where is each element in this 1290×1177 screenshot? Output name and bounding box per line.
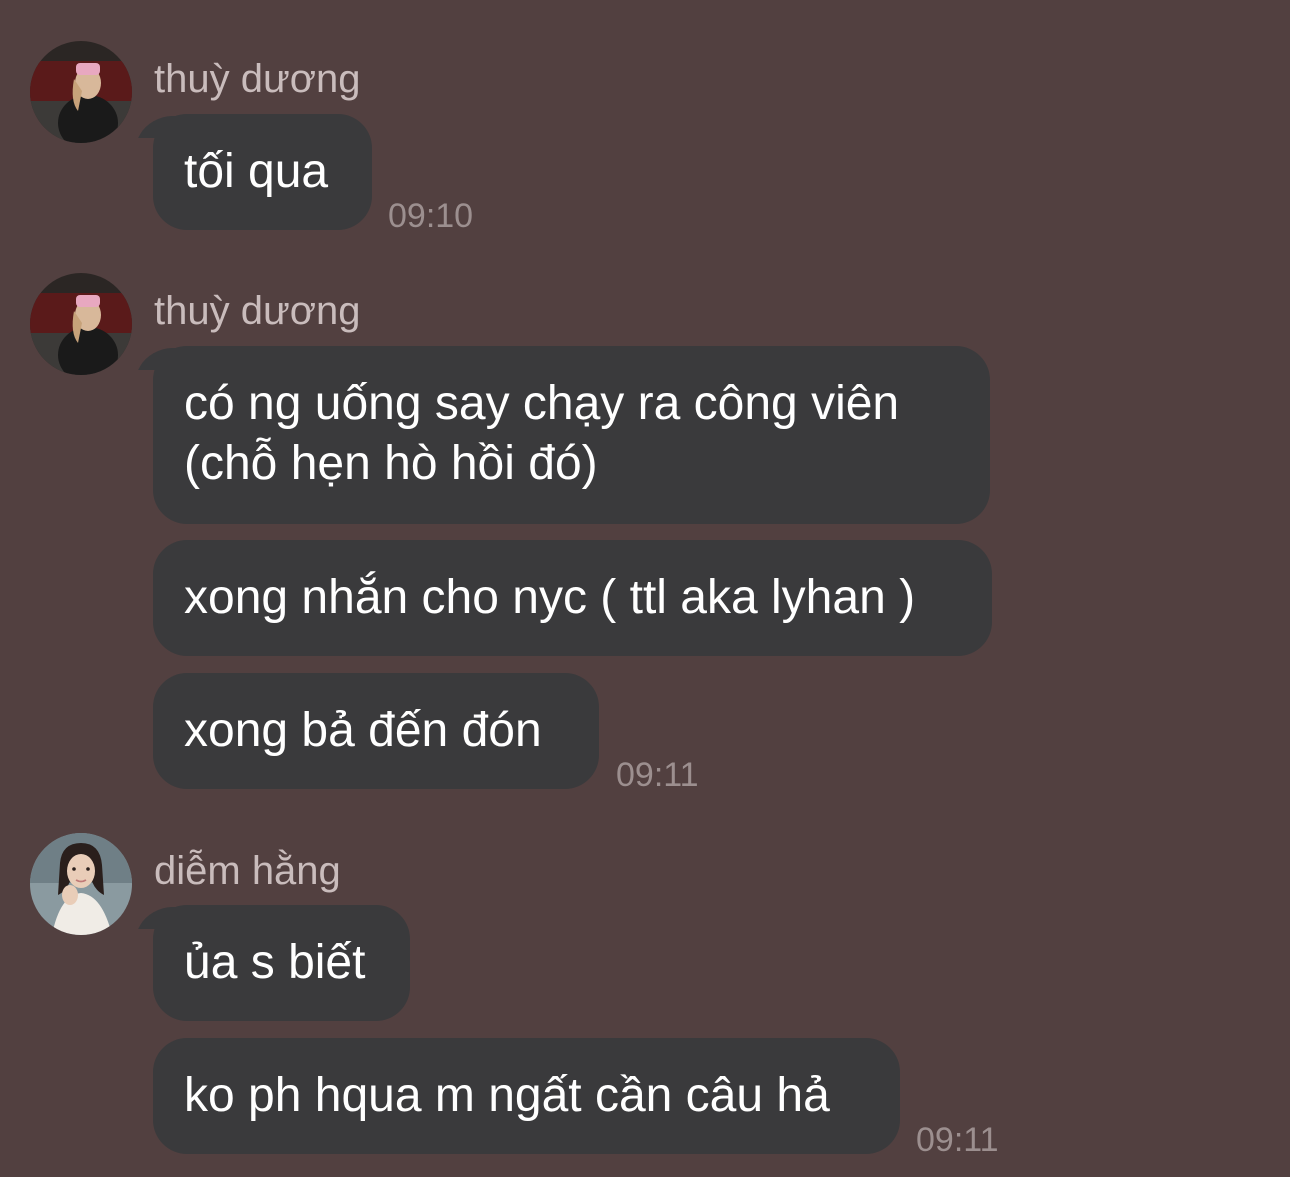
message-text: ko ph hqua m ngất cần câu hả: [184, 1069, 830, 1122]
sender-name: thuỳ dương: [154, 57, 361, 101]
message-bubble[interactable]: xong nhắn cho nyc ( ttl aka lyhan ): [153, 540, 992, 656]
avatar-diem-hang[interactable]: [30, 833, 132, 935]
message-timestamp: 09:11: [916, 1121, 999, 1159]
message-text: có ng uống say chạy ra công viên (chỗ hẹ…: [184, 377, 900, 490]
message-bubble[interactable]: ko ph hqua m ngất cần câu hả: [153, 1038, 900, 1154]
message-text: tối qua: [184, 145, 329, 198]
message-text: ủa s biết: [184, 936, 366, 989]
sender-name: thuỳ dương: [154, 289, 361, 333]
avatar-thuy-duong[interactable]: [30, 41, 132, 143]
message-bubble[interactable]: có ng uống say chạy ra công viên (chỗ hẹ…: [153, 346, 990, 524]
message-bubble[interactable]: xong bả đến đón: [153, 673, 599, 789]
profile-photo-icon: [30, 833, 132, 935]
message-text: xong bả đến đón: [184, 704, 542, 757]
sender-name: diễm hằng: [154, 849, 341, 893]
message-timestamp: 09:10: [388, 197, 474, 235]
message-text: xong nhắn cho nyc ( ttl aka lyhan ): [184, 571, 916, 624]
message-bubble[interactable]: tối qua: [153, 114, 372, 230]
profile-photo-icon: [30, 273, 132, 375]
profile-photo-icon: [30, 41, 132, 143]
message-bubble[interactable]: ủa s biết: [153, 905, 410, 1021]
avatar-thuy-duong[interactable]: [30, 273, 132, 375]
message-timestamp: 09:11: [616, 756, 699, 794]
